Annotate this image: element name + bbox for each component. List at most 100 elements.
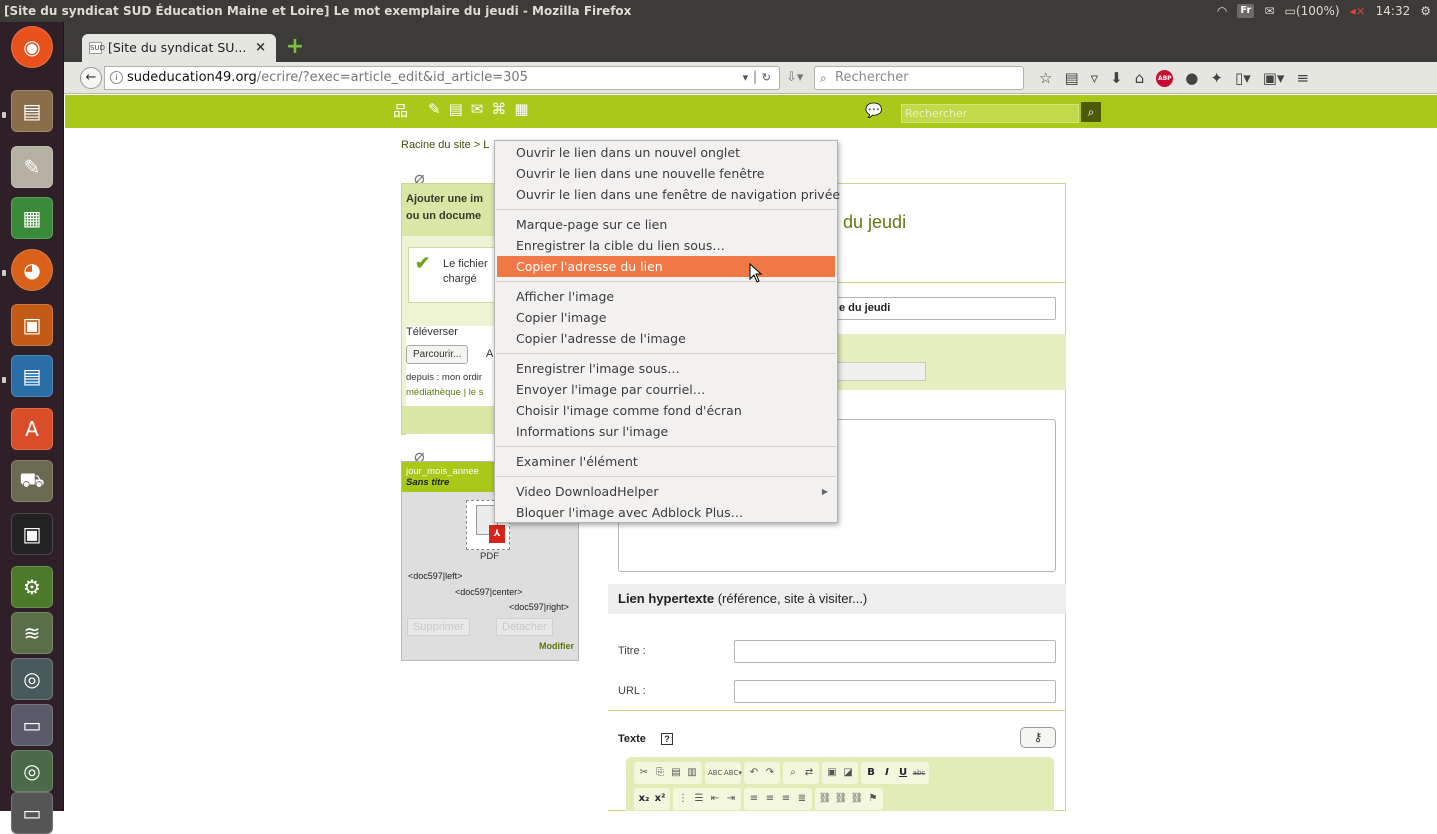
spellcheck-icon[interactable]: ABC — [708, 765, 722, 781]
disc-tool-icon[interactable]: ◎ — [11, 658, 53, 700]
clipboard-icon[interactable]: ▯▾ — [1235, 69, 1251, 87]
redo-icon[interactable]: ↷ — [763, 765, 777, 781]
link-icon[interactable]: ⛓ — [818, 791, 832, 807]
paste-icon[interactable]: ▤ — [669, 765, 683, 781]
strikethrough-icon[interactable]: abc — [912, 765, 926, 781]
menu-open-link-new-tab[interactable]: Ouvrir le lien dans un nouvel onglet — [495, 142, 837, 163]
link-title-input[interactable] — [734, 640, 1056, 663]
delete-document-button[interactable]: Supprimer — [407, 618, 470, 636]
url-bar[interactable]: i sudeducation49.org/ecrire/?exec=articl… — [104, 66, 780, 90]
breadcrumb[interactable]: Racine du site > L — [401, 139, 489, 151]
menu-set-as-background[interactable]: Choisir l'image comme fond d'écran — [495, 400, 837, 421]
bullet-list-icon[interactable]: ☰ — [692, 791, 706, 807]
menu-open-link-new-window[interactable]: Ouvrir le lien dans une nouvelle fenêtre — [495, 163, 837, 184]
modify-document-link[interactable]: Modifier — [539, 641, 574, 651]
bookmark-star-icon[interactable]: ☆ — [1039, 69, 1052, 87]
outdent-icon[interactable]: ⇤ — [708, 791, 722, 807]
browser-tab[interactable]: SUD [Site du syndicat SU... × — [82, 34, 276, 62]
files-icon[interactable]: ▤ — [11, 90, 53, 132]
menu-copy-image[interactable]: Copier l'image — [495, 307, 837, 328]
align-left-icon[interactable]: ≡ — [747, 791, 761, 807]
align-right-icon[interactable]: ≡ — [779, 791, 793, 807]
browse-button[interactable]: Parcourir... — [406, 345, 469, 364]
ubuntu-dash-icon[interactable]: ◉ — [11, 26, 53, 68]
battery-indicator[interactable]: ▭(100%) — [1285, 0, 1340, 22]
trash-icon[interactable]: ▭ — [11, 792, 53, 834]
extension-puzzle-icon[interactable]: ✦ — [1210, 69, 1223, 87]
menu-copy-image-address[interactable]: Copier l'adresse de l'image — [495, 328, 837, 349]
italic-icon[interactable]: I — [880, 765, 894, 781]
link-url-input[interactable] — [734, 680, 1056, 703]
menu-video-downloadhelper[interactable]: Video DownloadHelper ▶ — [495, 481, 837, 502]
site-identity-icon[interactable]: i — [110, 71, 123, 84]
menu-view-image[interactable]: Afficher l'image — [495, 286, 837, 307]
new-link-icon[interactable]: ⌘ — [491, 100, 506, 121]
train-game-icon[interactable]: ⛟ — [11, 460, 53, 502]
spellcheck-dropdown-icon[interactable]: ABC▾ — [724, 765, 742, 781]
menu-save-link-as[interactable]: Enregistrer la cible du lien sous… — [495, 235, 837, 256]
tv-icon[interactable]: ▣ — [11, 513, 53, 555]
mail-icon[interactable]: ✉ — [1264, 0, 1274, 22]
clock[interactable]: 14:32 — [1376, 0, 1411, 22]
align-center-icon[interactable]: ≡ — [763, 791, 777, 807]
bold-icon[interactable]: B — [864, 765, 878, 781]
justify-icon[interactable]: ≣ — [795, 791, 809, 807]
spip-search-button[interactable]: ⌕ — [1081, 102, 1101, 122]
anchor-link-icon[interactable]: ⛓ — [850, 791, 864, 807]
bookmarks-menu-icon[interactable]: ▤ — [1064, 69, 1078, 87]
new-news-icon[interactable]: ✉ — [471, 100, 484, 121]
writer-icon[interactable]: ▤ — [11, 355, 53, 397]
wifi-icon[interactable]: ◠ — [1217, 0, 1227, 22]
help-icon[interactable]: ? — [660, 733, 673, 745]
firefox-icon[interactable]: ◕ — [11, 249, 53, 291]
hamburger-menu-icon[interactable]: ≡ — [1296, 69, 1309, 87]
section-selector-input[interactable] — [828, 362, 926, 381]
copy-icon[interactable]: ⎘ — [653, 765, 667, 781]
unlink-icon[interactable]: ⛓ — [834, 791, 848, 807]
downloads-icon[interactable]: ⬇ — [1110, 69, 1123, 87]
menu-image-info[interactable]: Informations sur l'image — [495, 421, 837, 442]
home-icon[interactable]: ⌂ — [1135, 69, 1145, 87]
close-tab-icon[interactable]: × — [255, 34, 266, 62]
find-icon[interactable]: ⌕ — [786, 765, 800, 781]
download-helper-icon[interactable]: ⇩▾ — [786, 70, 803, 85]
subscript-icon[interactable]: x₂ — [637, 791, 651, 807]
screen-icon[interactable]: ▣▾ — [1263, 69, 1285, 87]
undo-icon[interactable]: ↶ — [747, 765, 761, 781]
presentation-icon[interactable]: ▣ — [11, 304, 53, 346]
new-article-icon[interactable]: ✎ — [428, 100, 441, 121]
spreadsheet-icon[interactable]: ▦ — [11, 197, 53, 239]
messages-bubble-icon[interactable]: 💬 — [865, 103, 882, 119]
backup-tool-icon[interactable]: ◎ — [11, 750, 53, 792]
text-editor-icon[interactable]: ✎ — [11, 146, 53, 188]
new-section-icon[interactable]: ▤ — [449, 100, 463, 121]
underline-icon[interactable]: U — [896, 765, 910, 781]
menu-inspect-element[interactable]: Examiner l'élément — [495, 451, 837, 472]
menu-email-image[interactable]: Envoyer l'image par courriel… — [495, 379, 837, 400]
paste-text-icon[interactable]: ▥ — [685, 765, 699, 781]
superscript-icon[interactable]: x² — [653, 791, 667, 807]
menu-bookmark-link[interactable]: Marque-page sur ce lien — [495, 214, 837, 235]
shortcuts-key-button[interactable]: ⚷ — [1020, 727, 1056, 748]
menu-open-link-private-window[interactable]: Ouvrir le lien dans une fenêtre de navig… — [495, 184, 840, 205]
new-page-icon[interactable]: ▦ — [514, 100, 528, 121]
pocket-icon[interactable]: ▿ — [1091, 69, 1099, 87]
upload-button-partial[interactable]: A — [486, 348, 493, 360]
adblock-plus-icon[interactable]: ABP — [1156, 69, 1174, 87]
eraser-icon[interactable]: ◪ — [841, 765, 855, 781]
mediatheque-links[interactable]: médiathèque | le s — [406, 387, 483, 398]
select-all-icon[interactable]: ▣ — [825, 765, 839, 781]
volume-muted-icon[interactable]: ◂× — [1350, 0, 1366, 22]
cut-icon[interactable]: ✂ — [637, 765, 651, 781]
replace-icon[interactable]: ⇄ — [802, 765, 816, 781]
chat-icon[interactable]: ● — [1185, 69, 1198, 87]
back-button[interactable]: ← — [80, 67, 102, 89]
detach-document-button[interactable]: Détacher — [496, 618, 553, 636]
indent-icon[interactable]: ⇥ — [724, 791, 738, 807]
new-tab-button[interactable]: + — [284, 36, 306, 58]
search-box[interactable]: ⌕ Rechercher — [814, 66, 1024, 90]
menu-save-image-as[interactable]: Enregistrer l'image sous… — [495, 358, 837, 379]
sitemap-icon[interactable]: 品 — [393, 100, 408, 121]
keyboard-layout-indicator[interactable]: Fr — [1237, 4, 1255, 18]
menu-copy-link-address[interactable]: Copier l'adresse du lien — [497, 256, 835, 277]
